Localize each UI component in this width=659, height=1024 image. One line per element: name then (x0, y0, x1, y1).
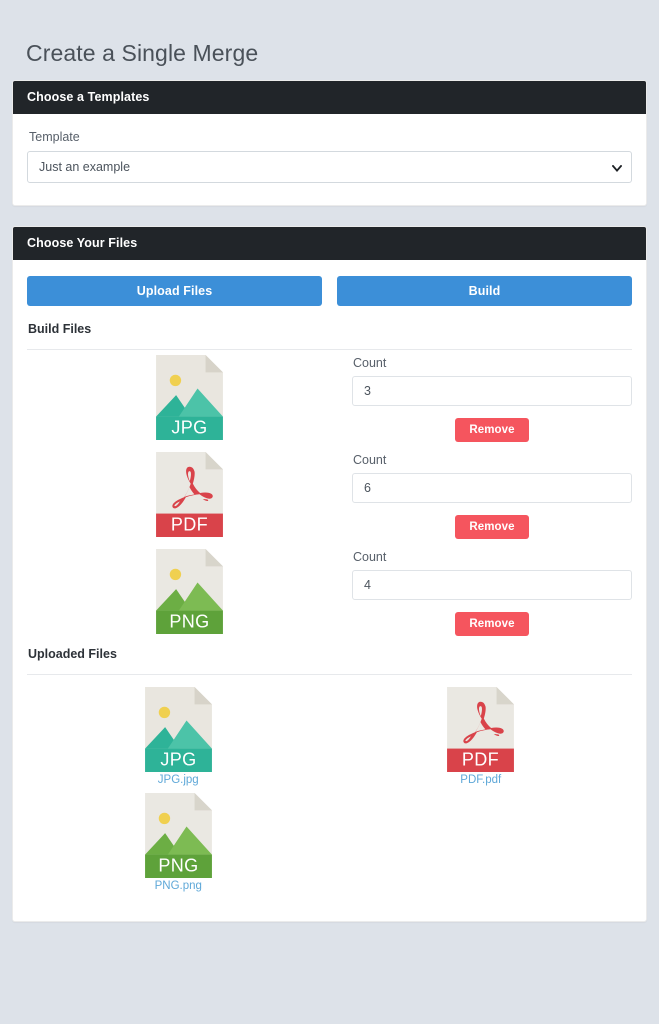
choose-template-card-header: Choose a Templates (13, 80, 646, 114)
choose-files-card: Choose Your Files Upload Files Build Bui… (12, 225, 647, 922)
svg-text:PNG: PNG (169, 611, 209, 631)
remove-button[interactable]: Remove (455, 611, 529, 636)
remove-button-wrap: Remove (352, 417, 632, 442)
count-input[interactable] (352, 569, 632, 600)
remove-button[interactable]: Remove (455, 514, 529, 539)
remove-button[interactable]: Remove (455, 417, 529, 442)
choose-files-card-header: Choose Your Files (13, 226, 646, 260)
jpg-file-icon[interactable]: JPG (144, 686, 212, 772)
choose-template-card-body: Template Just an example (13, 114, 646, 205)
count-input[interactable] (352, 472, 632, 503)
uploaded-file-name-link[interactable]: PNG.png (155, 880, 202, 892)
file-action-buttons: Upload Files Build (27, 275, 632, 306)
build-file-meta-col: Count Remove (352, 447, 632, 544)
build-file-meta-col: Count Remove (352, 350, 632, 447)
remove-button-wrap: Remove (352, 514, 632, 539)
template-select[interactable]: Just an example (27, 150, 632, 183)
template-field-label: Template (29, 129, 80, 144)
count-label: Count (353, 452, 387, 467)
remove-button-wrap: Remove (352, 611, 632, 636)
count-input[interactable] (352, 375, 632, 406)
uploaded-file-item[interactable]: PNG PNG.png (27, 792, 330, 892)
build-file-row: JPG Count Remove (27, 350, 632, 447)
pdf-file-icon: PDF (156, 451, 223, 537)
build-file-row: PDF Count Remove (27, 447, 632, 544)
page-container: Create a Single Merge Choose a Templates… (0, 0, 659, 922)
count-label: Count (353, 355, 387, 370)
svg-text:PDF: PDF (462, 749, 499, 769)
build-file-row: PNG Count Remove (27, 544, 632, 641)
count-label: Count (353, 549, 387, 564)
build-button[interactable]: Build (337, 275, 632, 306)
template-select-wrap: Just an example (27, 150, 632, 183)
png-file-icon: PNG (156, 548, 223, 634)
build-file-thumb-col: PNG (27, 544, 352, 634)
svg-text:PNG: PNG (158, 855, 198, 875)
uploaded-file-item[interactable]: JPG JPG.jpg (27, 686, 330, 786)
uploaded-file-name-link[interactable]: JPG.jpg (158, 774, 199, 786)
build-files-heading: Build Files (28, 321, 92, 336)
build-file-thumb-col: JPG (27, 350, 352, 440)
choose-template-card: Choose a Templates Template Just an exam… (12, 79, 647, 206)
png-file-icon[interactable]: PNG (144, 792, 212, 878)
build-file-thumb-col: PDF (27, 447, 352, 537)
jpg-file-icon: JPG (156, 354, 223, 440)
svg-text:JPG: JPG (160, 749, 196, 769)
page-title: Create a Single Merge (26, 40, 259, 66)
upload-files-button[interactable]: Upload Files (27, 275, 322, 306)
uploaded-files-heading: Uploaded Files (28, 646, 117, 661)
svg-text:PDF: PDF (171, 514, 208, 534)
uploaded-files-grid: JPG JPG.jpg PDF PDF.pdf PNG PNG.png (27, 675, 632, 899)
pdf-file-icon[interactable]: PDF (447, 686, 515, 772)
build-file-meta-col: Count Remove (352, 544, 632, 641)
choose-files-card-body: Upload Files Build Build Files JPG Count… (13, 260, 646, 921)
uploaded-file-item[interactable]: PDF PDF.pdf (330, 686, 633, 786)
svg-text:JPG: JPG (171, 417, 207, 437)
uploaded-file-name-link[interactable]: PDF.pdf (460, 774, 501, 786)
build-files-list: JPG Count Remove PDF (27, 350, 632, 641)
